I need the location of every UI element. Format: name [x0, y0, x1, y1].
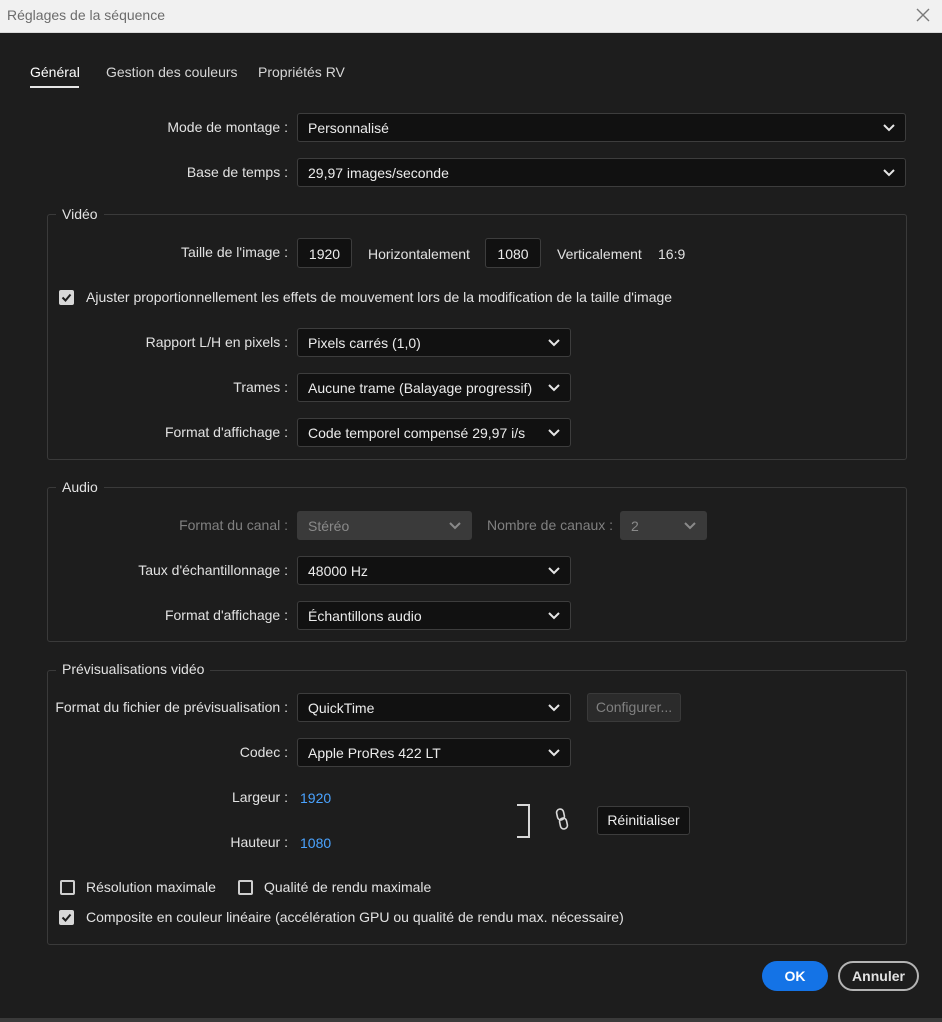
chevron-down-icon: [548, 384, 560, 392]
link-bracket-icon: [517, 804, 530, 838]
pixel-aspect-value: Pixels carrés (1,0): [308, 335, 421, 351]
editing-mode-value: Personnalisé: [308, 120, 389, 136]
editing-mode-label: Mode de montage :: [167, 119, 288, 135]
title-bar: Réglages de la séquence: [0, 0, 942, 33]
num-channels-value: 2: [631, 518, 639, 534]
chevron-down-icon: [548, 704, 560, 712]
horizontal-label: Horizontalement: [368, 246, 470, 262]
fields-dropdown[interactable]: Aucune trame (Balayage progressif): [297, 373, 571, 402]
sample-rate-dropdown[interactable]: 48000 Hz: [297, 556, 571, 585]
max-bit-depth-label: Résolution maximale: [86, 879, 216, 895]
chain-link-icon[interactable]: [555, 808, 569, 830]
pixel-aspect-dropdown[interactable]: Pixels carrés (1,0): [297, 328, 571, 357]
reset-button[interactable]: Réinitialiser: [597, 806, 690, 835]
window-bottom-edge: [0, 1018, 942, 1022]
audio-display-format-value: Échantillons audio: [308, 608, 422, 624]
chevron-down-icon: [548, 612, 560, 620]
timebase-label: Base de temps :: [186, 164, 288, 180]
chevron-down-icon: [883, 124, 895, 132]
chevron-down-icon: [684, 522, 696, 530]
vertical-label: Verticalement: [557, 246, 642, 262]
pixel-aspect-label: Rapport L/H en pixels :: [145, 334, 288, 350]
checkmark-icon: [61, 913, 72, 922]
chevron-down-icon: [548, 339, 560, 347]
frame-size-label: Taille de l'image :: [181, 244, 288, 260]
fields-label: Trames :: [233, 379, 288, 395]
frame-width-value: 1920: [308, 246, 341, 262]
chevron-down-icon: [548, 567, 560, 575]
video-display-format-value: Code temporel compensé 29,97 i/s: [308, 425, 526, 441]
checkmark-icon: [61, 293, 72, 302]
tab-general[interactable]: Général: [30, 64, 80, 80]
configure-button: Configurer...: [587, 693, 681, 722]
preview-file-format-value: QuickTime: [308, 700, 375, 716]
chevron-down-icon: [548, 749, 560, 757]
cancel-button[interactable]: Annuler: [838, 961, 919, 991]
codec-label: Codec :: [239, 744, 288, 760]
sample-rate-value: 48000 Hz: [308, 563, 368, 579]
timebase-dropdown[interactable]: 29,97 images/seconde: [297, 158, 906, 187]
window-title: Réglages de la séquence: [7, 7, 166, 23]
fields-value: Aucune trame (Balayage progressif): [308, 380, 533, 396]
video-display-format-label: Format d'affichage :: [164, 424, 288, 440]
channel-format-label: Format du canal :: [179, 517, 288, 533]
audio-display-format-dropdown[interactable]: Échantillons audio: [297, 601, 571, 630]
num-channels-dropdown: 2: [620, 511, 707, 540]
frame-height-input[interactable]: 1080: [485, 238, 541, 268]
video-previews-legend: Prévisualisations vidéo: [56, 661, 211, 677]
frame-height-value: 1080: [497, 246, 529, 262]
channel-format-value: Stéréo: [308, 518, 350, 534]
frame-width-input[interactable]: 1920: [297, 238, 352, 268]
tab-color-management[interactable]: Gestion des couleurs: [106, 64, 238, 80]
audio-legend: Audio: [56, 479, 104, 495]
preview-file-format-dropdown[interactable]: QuickTime: [297, 693, 571, 722]
chevron-down-icon: [449, 522, 461, 530]
timebase-value: 29,97 images/seconde: [308, 165, 449, 181]
aspect-ratio-text: 16:9: [658, 246, 686, 262]
preview-width-value[interactable]: 1920: [300, 790, 331, 806]
codec-value: Apple ProRes 422 LT: [308, 745, 441, 761]
chevron-down-icon: [548, 429, 560, 437]
max-render-quality-checkbox[interactable]: [238, 880, 253, 895]
editing-mode-dropdown[interactable]: Personnalisé: [297, 113, 906, 142]
scale-effects-checkbox[interactable]: [59, 290, 74, 305]
tab-vr-properties[interactable]: Propriétés RV: [258, 64, 345, 80]
chevron-down-icon: [883, 169, 895, 177]
codec-dropdown[interactable]: Apple ProRes 422 LT: [297, 738, 571, 767]
preview-file-format-label: Format du fichier de prévisualisation :: [55, 699, 288, 715]
video-display-format-dropdown[interactable]: Code temporel compensé 29,97 i/s: [297, 418, 571, 447]
audio-display-format-label: Format d'affichage :: [164, 607, 288, 623]
ok-button[interactable]: OK: [762, 961, 828, 991]
channel-format-dropdown: Stéréo: [297, 511, 472, 540]
linear-color-label: Composite en couleur linéaire (accélérat…: [86, 909, 624, 925]
preview-width-label: Largeur :: [231, 789, 288, 805]
preview-height-label: Hauteur :: [230, 834, 288, 850]
close-icon[interactable]: [914, 6, 932, 24]
scale-effects-label: Ajuster proportionnellement les effets d…: [86, 289, 673, 305]
preview-height-value[interactable]: 1080: [300, 835, 331, 851]
active-tab-indicator: [30, 86, 79, 88]
max-render-quality-label: Qualité de rendu maximale: [264, 879, 432, 895]
video-legend: Vidéo: [56, 206, 104, 222]
linear-color-checkbox[interactable]: [59, 910, 74, 925]
sample-rate-label: Taux d'échantillonnage :: [138, 562, 288, 578]
max-bit-depth-checkbox[interactable]: [60, 880, 75, 895]
num-channels-label: Nombre de canaux :: [487, 517, 614, 533]
